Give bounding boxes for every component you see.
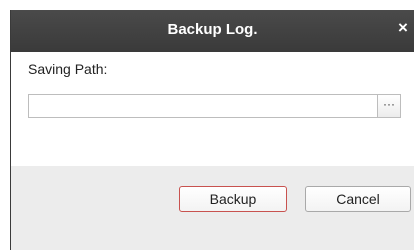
- dialog-titlebar[interactable]: Backup Log. ×: [11, 10, 414, 52]
- backup-log-dialog: Backup Log. × Saving Path: ··· Backup Ca…: [10, 10, 414, 250]
- cancel-button[interactable]: Cancel: [305, 186, 411, 212]
- close-icon[interactable]: ×: [395, 18, 411, 38]
- browse-button[interactable]: ···: [377, 94, 401, 118]
- saving-path-label: Saving Path:: [28, 61, 108, 77]
- backup-button[interactable]: Backup: [179, 186, 287, 212]
- saving-path-input[interactable]: [28, 94, 377, 118]
- dialog-title: Backup Log.: [167, 21, 258, 38]
- dialog-footer: Backup Cancel: [11, 166, 414, 250]
